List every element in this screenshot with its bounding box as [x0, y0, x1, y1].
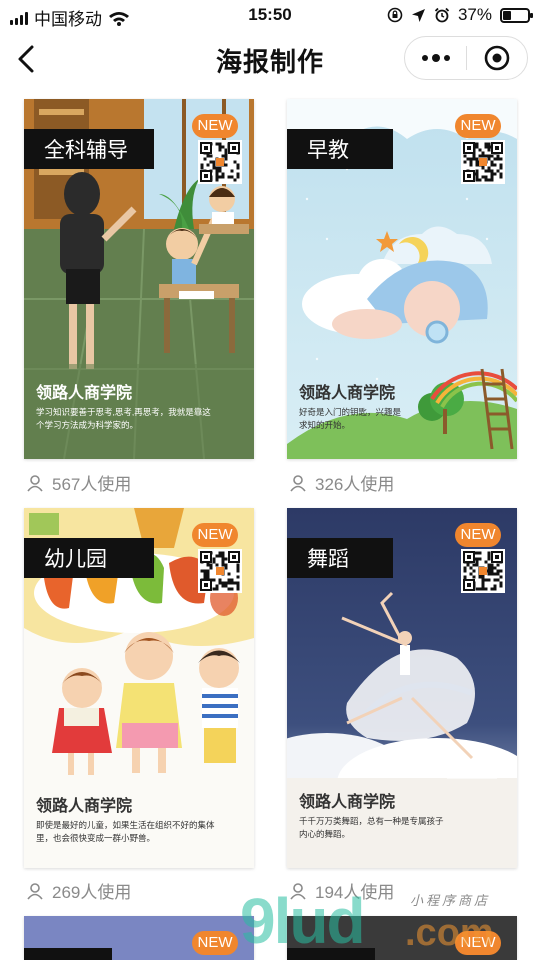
status-right: 37%: [387, 5, 533, 25]
user-icon: [27, 882, 43, 900]
poster-card-dance[interactable]: 舞蹈 NEW 领路人商学院 千千万万类舞蹈，总有一种是专属孩子内心的舞蹈。: [287, 508, 517, 868]
category-tag: 早教: [287, 129, 393, 169]
new-badge: NEW: [192, 523, 238, 547]
new-badge: NEW: [455, 114, 501, 138]
poster-description: 好奇是入门的钥匙，兴趣是求知的开始。: [299, 407, 402, 430]
school-name: 领路人商学院: [36, 385, 133, 402]
close-target-icon: [484, 45, 510, 71]
mini-program-capsule: [404, 36, 528, 80]
more-button[interactable]: [405, 37, 466, 79]
battery-percent: 37%: [457, 5, 492, 24]
lock-rotation-icon: [387, 7, 403, 23]
new-badge: NEW: [192, 114, 238, 138]
category-tag: [24, 948, 112, 960]
poster-card-tutoring[interactable]: 全科辅导 NEW 领路人商学院 学习知识要善于思考,思考,再思考，我就是靠这个学…: [24, 99, 254, 459]
category-tag: 舞蹈: [287, 538, 393, 578]
watermark-domain: .com: [405, 912, 494, 954]
close-button[interactable]: [467, 37, 527, 79]
poster-description: 学习知识要善于思考,思考,再思考，我就是靠这个学习方法成为科学家的。: [36, 407, 211, 430]
poster-description: 即使是最好的儿童，如果生活在组织不好的集体里，也会很快变成一群小野兽。: [36, 820, 215, 843]
category-tag: 幼儿园: [24, 538, 154, 578]
poster-card-partial-left[interactable]: NEW: [24, 916, 254, 960]
watermark-subtitle: 小程序商店: [410, 893, 491, 908]
alarm-icon: [434, 7, 450, 23]
qr-code-icon: [461, 549, 505, 593]
poster-card-kindergarten[interactable]: 幼儿园 NEW 领路人商学院 即使是最好的儿童，如果生活在组织不好的集体里，也会…: [24, 508, 254, 868]
nav-bar: 海报制作: [0, 30, 540, 88]
status-bar: 中国移动 15:50 37%: [0, 0, 540, 30]
user-icon: [27, 474, 43, 492]
usage-count-label: 567人使用: [52, 475, 132, 494]
school-name: 领路人商学院: [299, 794, 396, 811]
more-dots-icon: [421, 55, 428, 61]
school-name: 领路人商学院: [36, 798, 133, 815]
poster-card-early-education[interactable]: 早教 NEW 领路人商学院 好奇是入门的钥匙，兴趣是求知的开始。: [287, 99, 517, 459]
usage-count: 269人使用: [26, 878, 131, 903]
qr-code-icon: [198, 549, 242, 593]
qr-code-icon: [198, 140, 242, 184]
location-icon: [411, 8, 425, 22]
battery-level: [503, 10, 511, 20]
new-badge: NEW: [455, 523, 501, 547]
battery-icon: [500, 7, 533, 23]
category-tag: 全科辅导: [24, 129, 154, 169]
poster-description: 千千万万类舞蹈，总有一种是专属孩子内心的舞蹈。: [299, 816, 444, 839]
usage-count: 567人使用: [26, 470, 131, 495]
new-badge: NEW: [192, 931, 238, 955]
user-icon: [290, 474, 306, 492]
watermark-logo: 9lud: [240, 885, 366, 957]
usage-count-label: 269人使用: [52, 883, 132, 902]
school-name: 领路人商学院: [299, 385, 396, 402]
qr-code-icon: [461, 140, 505, 184]
usage-count-label: 326人使用: [315, 475, 395, 494]
usage-count: 326人使用: [289, 470, 394, 495]
